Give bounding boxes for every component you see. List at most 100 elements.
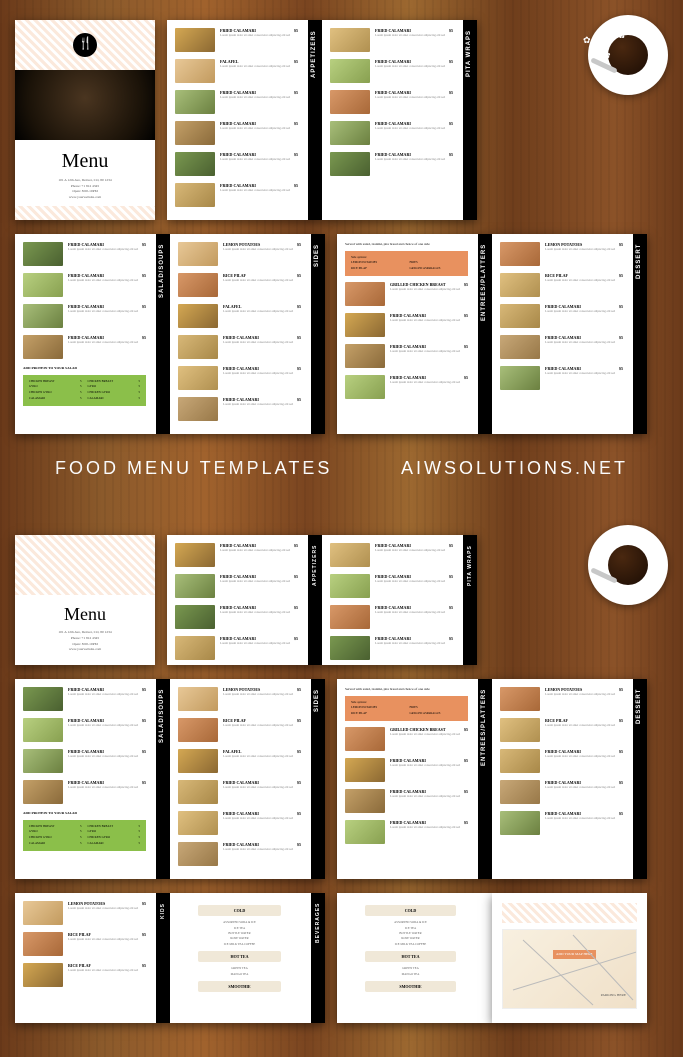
appetizers-page: APPETIZERS FRIED CALAMARI$5Lorem ipsum d… — [167, 20, 322, 220]
salad-sides-spread: SALAD/SOUPS FRIED CALAMARI$5Lorem ipsum … — [15, 234, 325, 434]
appetizers-pita-spread: APPETIZERS FRIED CALAMARI$5Lorem ipsum d… — [167, 20, 477, 220]
cover-hero-image — [15, 70, 155, 140]
menu-item: FRIED CALAMARI$5Lorem ipsum dolor sit am… — [178, 780, 317, 804]
menu-item: LEMON POTATOES$5Lorem ipsum dolor sit am… — [23, 901, 162, 925]
menu-item: FRIED CALAMARI$5Lorem ipsum dolor sit am… — [330, 574, 469, 598]
beverages-page-2: COLD ASSORTED SODA & ICEICE TEABOTTLE WA… — [337, 893, 492, 1023]
protein-box: CHICKEN BREAST5 CHICKEN BREAST5 GYRO5 GY… — [23, 375, 146, 407]
salad-page: SALAD/SOUPS FRIED CALAMARI$5Lorem ipsum … — [15, 234, 170, 434]
map-placeholder: ADD YOUR MAP HERE PARKING HERE — [502, 929, 637, 1009]
menu-item: FRIED CALAMARI$5Lorem ipsum dolor sit am… — [345, 789, 484, 813]
cover-web: www.yourwebsite.com — [25, 195, 145, 201]
entrees-page: ENTREES/PLATTERS Served with salad, tzat… — [337, 234, 492, 434]
menu-item: FRIED CALAMARI$5Lorem ipsum dolor sit am… — [23, 335, 162, 359]
menu-item: FALAFEL$5Lorem ipsum dolor sit amet cons… — [178, 749, 317, 773]
menu-item: FRIED CALAMARI$5Lorem ipsum dolor sit am… — [23, 780, 162, 804]
menu-item: FRIED CALAMARI$5Lorem ipsum dolor sit am… — [175, 90, 314, 114]
mockup-section-2: Menu 101 A 12th Ave, Denver, CO, 80 1234… — [0, 515, 683, 1057]
dessert-tab: DESSERT — [633, 234, 647, 434]
title-left: FOOD MENU TEMPLATES — [55, 448, 332, 495]
appetizers-page-2: APPETIZERS FRIED CALAMARI$5Lorem ipsum d… — [167, 535, 322, 665]
menu-item: GRILLED CHICKEN BREAST$5Lorem ipsum dolo… — [345, 727, 484, 751]
entree-served-text: Served with salad, tzatziki, pita bread … — [345, 242, 484, 247]
menu-item: FRIED CALAMARI$5Lorem ipsum dolor sit am… — [175, 574, 314, 598]
menu-item: FRIED CALAMARI$5Lorem ipsum dolor sit am… — [345, 313, 484, 337]
menu-item: FRIED CALAMARI$5Lorem ipsum dolor sit am… — [175, 183, 314, 207]
menu-item: FRIED CALAMARI$5Lorem ipsum dolor sit am… — [178, 397, 317, 421]
bev-cat-smoothie: SMOOTHIE — [198, 981, 281, 992]
menu-item: FRIED CALAMARI$5Lorem ipsum dolor sit am… — [345, 375, 484, 399]
menu-item: RICE PILAF$5Lorem ipsum dolor sit amet c… — [500, 718, 639, 742]
menu-item: FRIED CALAMARI$5Lorem ipsum dolor sit am… — [500, 304, 639, 328]
menu-item: FRIED CALAMARI$5Lorem ipsum dolor sit am… — [175, 121, 314, 145]
menu-item: RICE PILAF$5Lorem ipsum dolor sit amet c… — [178, 273, 317, 297]
menu-item: LEMON POTATOES$5Lorem ipsum dolor sit am… — [178, 687, 317, 711]
protein-box: CHICKEN BREAST5 CHICKEN BREAST5 GYRO5 GY… — [23, 820, 146, 852]
menu-item: FRIED CALAMARI$5Lorem ipsum dolor sit am… — [175, 636, 314, 660]
menu-item: FRIED CALAMARI$5Lorem ipsum dolor sit am… — [175, 28, 314, 52]
menu-item: LEMON POTATOES$5Lorem ipsum dolor sit am… — [178, 242, 317, 266]
menu-item: FRIED CALAMARI$5Lorem ipsum dolor sit am… — [330, 543, 469, 567]
mockup-section-1: Menu 101 A 12th Ave, Denver, CO, 80 1234… — [0, 0, 683, 515]
menu-item: FRIED CALAMARI$5Lorem ipsum dolor sit am… — [23, 687, 162, 711]
cutlery-logo-icon — [73, 33, 97, 57]
menu-item: FRIED CALAMARI$5Lorem ipsum dolor sit am… — [330, 605, 469, 629]
map-back-cover: ADD YOUR MAP HERE PARKING HERE — [492, 893, 647, 1023]
menu-item: FRIED CALAMARI$5Lorem ipsum dolor sit am… — [500, 335, 639, 359]
sides-page: SIDES LEMON POTATOES$5Lorem ipsum dolor … — [170, 234, 325, 434]
bev-cat-hot: HOT TEA — [198, 951, 281, 962]
entrees-tab: ENTREES/PLATTERS — [478, 234, 492, 434]
protein-title: ADD PROTEIN TO YOUR SALAD — [23, 366, 162, 371]
menu-item: RICE PILAF$5Lorem ipsum dolor sit amet c… — [178, 718, 317, 742]
menu-item: FRIED CALAMARI$5Lorem ipsum dolor sit am… — [23, 242, 162, 266]
side-options-box: Side options: LEMON POTATOESFRIES RICE P… — [345, 251, 468, 277]
menu-cover-page: Menu 101 A 12th Ave, Denver, CO, 80 1234… — [15, 20, 155, 220]
menu-item: FRIED CALAMARI$5Lorem ipsum dolor sit am… — [175, 543, 314, 567]
menu-item: FRIED CALAMARI$5Lorem ipsum dolor sit am… — [178, 366, 317, 390]
back-cover-spread: COLD ASSORTED SODA & ICEICE TEABOTTLE WA… — [337, 893, 647, 1023]
menu-item: FRIED CALAMARI$5Lorem ipsum dolor sit am… — [178, 842, 317, 866]
menu-item: FRIED CALAMARI$5Lorem ipsum dolor sit am… — [23, 304, 162, 328]
menu-item: FRIED CALAMARI$5Lorem ipsum dolor sit am… — [330, 121, 469, 145]
menu-title: Menu — [15, 140, 155, 178]
menu-title: Menu — [15, 595, 155, 630]
menu-item: FRIED CALAMARI$5Lorem ipsum dolor sit am… — [345, 344, 484, 368]
pita-wraps-page: PITA WRAPS FRIED CALAMARI$5Lorem ipsum d… — [322, 20, 477, 220]
menu-item: LEMON POTATOES$5Lorem ipsum dolor sit am… — [500, 242, 639, 266]
beverages-page: BEVERAGES COLD ASSORTED SODA & ICEICE TE… — [170, 893, 325, 1023]
entrees-page-2: ENTREES/PLATTERS Served with salad, tzat… — [337, 679, 492, 879]
dessert-page: DESSERT LEMON POTATOES$5Lorem ipsum dolo… — [492, 234, 647, 434]
menu-item: FRIED CALAMARI$5Lorem ipsum dolor sit am… — [330, 90, 469, 114]
menu-item: RICE PILAF$5Lorem ipsum dolor sit amet c… — [500, 273, 639, 297]
menu-item: FRIED CALAMARI$5Lorem ipsum dolor sit am… — [500, 780, 639, 804]
menu-item: FRIED CALAMARI$5Lorem ipsum dolor sit am… — [330, 152, 469, 176]
menu-item: GRILLED CHICKEN BREAST$5Lorem ipsum dolo… — [345, 282, 484, 306]
menu-item: FRIED CALAMARI$5Lorem ipsum dolor sit am… — [23, 749, 162, 773]
sides-tab: SIDES — [311, 234, 325, 434]
menu-item: FRIED CALAMARI$5Lorem ipsum dolor sit am… — [175, 605, 314, 629]
side-options-box: Side options: LEMON POTATOESFRIES RICE P… — [345, 696, 468, 722]
dessert-page-2: DESSERT LEMON POTATOES$5Lorem ipsum dolo… — [492, 679, 647, 879]
menu-item: FRIED CALAMARI$5Lorem ipsum dolor sit am… — [175, 152, 314, 176]
menu-item: FRIED CALAMARI$5Lorem ipsum dolor sit am… — [330, 28, 469, 52]
entrees-dessert-spread: ENTREES/PLATTERS Served with salad, tzat… — [337, 234, 647, 434]
menu-item: FRIED CALAMARI$5Lorem ipsum dolor sit am… — [330, 636, 469, 660]
menu-item: FRIED CALAMARI$5Lorem ipsum dolor sit am… — [345, 820, 484, 844]
pita-tab: PITA WRAPS — [463, 20, 477, 220]
menu-item: FALAFEL$5Lorem ipsum dolor sit amet cons… — [178, 304, 317, 328]
menu-item: FALAFEL$5Lorem ipsum dolor sit amet cons… — [175, 59, 314, 83]
entrees-dessert-spread-2: ENTREES/PLATTERS Served with salad, tzat… — [337, 679, 647, 879]
menu-item: FRIED CALAMARI$5Lorem ipsum dolor sit am… — [178, 811, 317, 835]
salad-sides-spread-2: SALAD/SOUPS FRIED CALAMARI$5Lorem ipsum … — [15, 679, 325, 879]
appetizers-tab: APPETIZERS — [308, 20, 322, 220]
sides-page-2: SIDES LEMON POTATOES$5Lorem ipsum dolor … — [170, 679, 325, 879]
kids-page: KIDS LEMON POTATOES$5Lorem ipsum dolor s… — [15, 893, 170, 1023]
menu-item: FRIED CALAMARI$5Lorem ipsum dolor sit am… — [178, 335, 317, 359]
menu-item: RICE PILAF$5Lorem ipsum dolor sit amet c… — [23, 932, 162, 956]
menu-item: FRIED CALAMARI$5Lorem ipsum dolor sit am… — [330, 59, 469, 83]
menu-item: LEMON POTATOES$5Lorem ipsum dolor sit am… — [500, 687, 639, 711]
menu-item: FRIED CALAMARI$5Lorem ipsum dolor sit am… — [500, 366, 639, 390]
menu-item: FRIED CALAMARI$5Lorem ipsum dolor sit am… — [500, 749, 639, 773]
menu-item: FRIED CALAMARI$5Lorem ipsum dolor sit am… — [500, 811, 639, 835]
menu-item: FRIED CALAMARI$5Lorem ipsum dolor sit am… — [345, 758, 484, 782]
